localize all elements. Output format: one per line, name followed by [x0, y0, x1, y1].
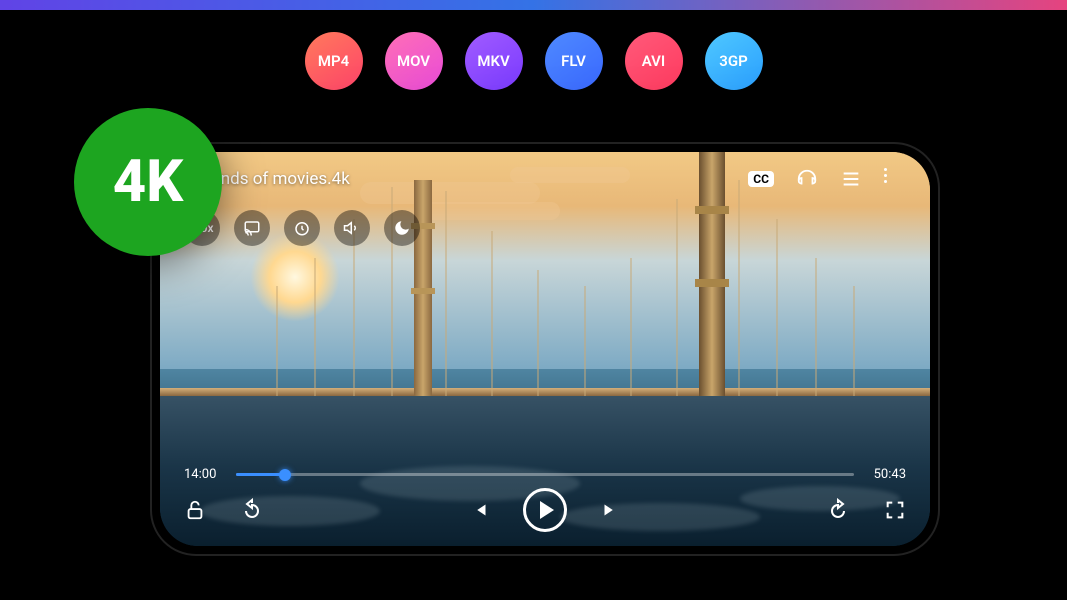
top-gradient-bar — [0, 0, 1067, 10]
format-pill-mp4: MP4 — [305, 32, 363, 90]
format-pill-flv: FLV — [545, 32, 603, 90]
badge-4k: 4K — [74, 108, 222, 256]
video-content-scene — [160, 152, 930, 546]
format-pill-mkv: MKV — [465, 32, 523, 90]
format-pill-mov: MOV — [385, 32, 443, 90]
video-screen: Legends of movies.4k CC 1.0x — [160, 152, 930, 546]
format-pill-avi: AVI — [625, 32, 683, 90]
format-pill-3gp: 3GP — [705, 32, 763, 90]
format-pills-row: MP4 MOV MKV FLV AVI 3GP — [305, 32, 763, 90]
phone-frame: Legends of movies.4k CC 1.0x — [150, 142, 940, 556]
